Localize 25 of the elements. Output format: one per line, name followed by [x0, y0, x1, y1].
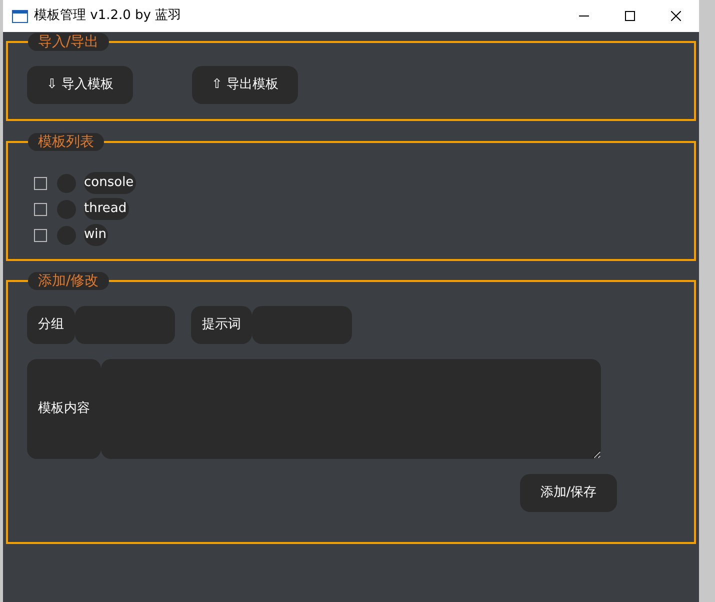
- template-name[interactable]: win: [84, 224, 108, 246]
- keyword-input-field[interactable]: [252, 306, 352, 344]
- checkbox[interactable]: [34, 202, 47, 216]
- save-button[interactable]: 添加/保存: [520, 474, 617, 512]
- content-label: 模板内容: [27, 359, 101, 459]
- window-title: 模板管理 v1.2.0 by 蓝羽: [34, 7, 182, 26]
- keyword-label: 提示词: [191, 306, 252, 344]
- round-button[interactable]: [57, 226, 76, 244]
- window-icon: [12, 10, 28, 22]
- content-text-area[interactable]: [101, 359, 601, 459]
- close-icon: [671, 11, 681, 21]
- group-input-field[interactable]: [75, 306, 175, 344]
- export-button[interactable]: ⇧ 导出模板: [192, 66, 298, 104]
- template-name[interactable]: thread: [84, 198, 129, 220]
- maximize-icon: [625, 11, 635, 21]
- template-name[interactable]: console: [84, 172, 136, 194]
- round-button[interactable]: [57, 174, 76, 192]
- section-legend: 导入/导出: [28, 33, 109, 51]
- round-button[interactable]: [57, 200, 76, 218]
- group-label: 分组: [27, 306, 75, 344]
- checkbox[interactable]: [34, 176, 47, 190]
- section-legend: 添加/修改: [28, 272, 109, 290]
- section-legend: 模板列表: [28, 133, 104, 151]
- import-button[interactable]: ⇩ 导入模板: [27, 66, 133, 104]
- checkbox[interactable]: [34, 228, 47, 242]
